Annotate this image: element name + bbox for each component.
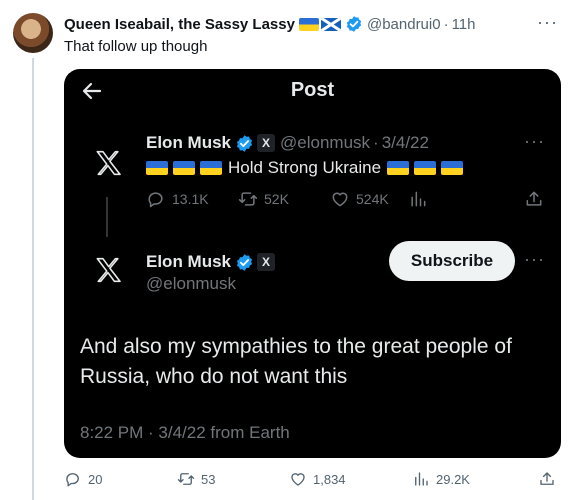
tweet-actions: 20 53 1,834 29.2K xyxy=(64,470,564,492)
avatar[interactable] xyxy=(13,13,53,53)
more-dots-icon: ··· xyxy=(524,131,545,151)
views-stat xyxy=(408,189,434,209)
separator-dot: · xyxy=(443,15,449,33)
ukraine-flags-icon xyxy=(387,161,464,175)
first-post-header: Elon Musk X @elonmusk · 3/4/22 xyxy=(146,131,429,155)
repost-count: 52K xyxy=(264,191,289,207)
x-affiliate-badge: X xyxy=(257,253,276,271)
second-post-handle: @elonmusk xyxy=(146,274,237,293)
like-count: 1,834 xyxy=(313,471,346,487)
reply-connector-line xyxy=(106,197,108,237)
separator-dot: · xyxy=(373,133,379,152)
post-time[interactable]: 11h xyxy=(452,16,476,33)
first-post-text: Hold Strong Ukraine xyxy=(146,156,464,180)
verified-badge-icon xyxy=(235,253,254,272)
first-post-actions: 13.1K 52K 524K xyxy=(146,189,546,213)
repost-icon xyxy=(177,473,195,485)
tweet-header: Queen Iseabail, the Sassy Lassy @bandrui… xyxy=(64,14,476,34)
x-affiliate-badge: X xyxy=(257,134,276,152)
more-dots-icon: ··· xyxy=(524,249,545,269)
post-title: Post xyxy=(290,79,335,101)
views-icon xyxy=(415,472,428,486)
heart-icon xyxy=(332,192,348,207)
embedded-screenshot[interactable]: Post Elon Musk X @elonmusk · 3/4/22 ··· … xyxy=(64,69,561,458)
reply-icon xyxy=(66,473,79,487)
author-handle[interactable]: @bandrui0 xyxy=(367,16,441,33)
verified-badge-icon xyxy=(345,15,363,33)
share-stat xyxy=(524,189,550,209)
x-logo-icon xyxy=(96,257,121,283)
more-dots-icon[interactable]: ··· xyxy=(537,12,558,33)
repost-stat: 52K xyxy=(238,189,289,209)
views-button[interactable]: 29.2K xyxy=(412,470,470,488)
verified-badge-icon xyxy=(235,134,254,153)
share-button[interactable] xyxy=(538,470,562,488)
subscribe-button: Subscribe xyxy=(389,241,515,281)
like-count: 524K xyxy=(356,191,389,207)
repost-count: 53 xyxy=(201,471,216,487)
first-post-date: 3/4/22 xyxy=(381,133,429,152)
thread-line xyxy=(32,58,34,500)
second-post-author-name: Elon Musk xyxy=(146,252,232,271)
scotland-flag-icon xyxy=(320,17,341,31)
author-name[interactable]: Queen Iseabail, the Sassy Lassy xyxy=(64,16,295,33)
first-post-handle: @elonmusk xyxy=(280,133,371,152)
tweet-text: That follow up though xyxy=(64,38,208,55)
views-icon xyxy=(411,191,426,207)
x-logo-icon xyxy=(96,150,121,176)
reply-button[interactable]: 20 xyxy=(64,470,102,488)
second-post-text: And also my sympathies to the great peop… xyxy=(80,335,512,388)
like-button[interactable]: 1,834 xyxy=(289,470,346,488)
repost-icon xyxy=(238,192,258,206)
reply-stat: 13.1K xyxy=(146,189,209,209)
repost-button[interactable]: 53 xyxy=(177,470,215,488)
second-post-timestamp: 8:22 PM · 3/4/22 from Earth xyxy=(80,423,290,442)
ukraine-flags-icon xyxy=(146,161,222,175)
share-icon xyxy=(526,191,542,206)
heart-icon xyxy=(291,473,305,486)
like-stat: 524K xyxy=(330,189,389,209)
second-post-header: Elon Musk X xyxy=(146,250,276,274)
reply-count: 20 xyxy=(88,471,103,487)
reply-icon xyxy=(148,192,163,208)
first-post-text-label: Hold Strong Ukraine xyxy=(228,158,382,177)
reply-count: 13.1K xyxy=(172,191,209,207)
views-count: 29.2K xyxy=(436,471,470,487)
share-icon xyxy=(540,472,554,485)
first-post-author-name: Elon Musk xyxy=(146,133,232,152)
ukraine-flag-icon xyxy=(298,17,319,31)
